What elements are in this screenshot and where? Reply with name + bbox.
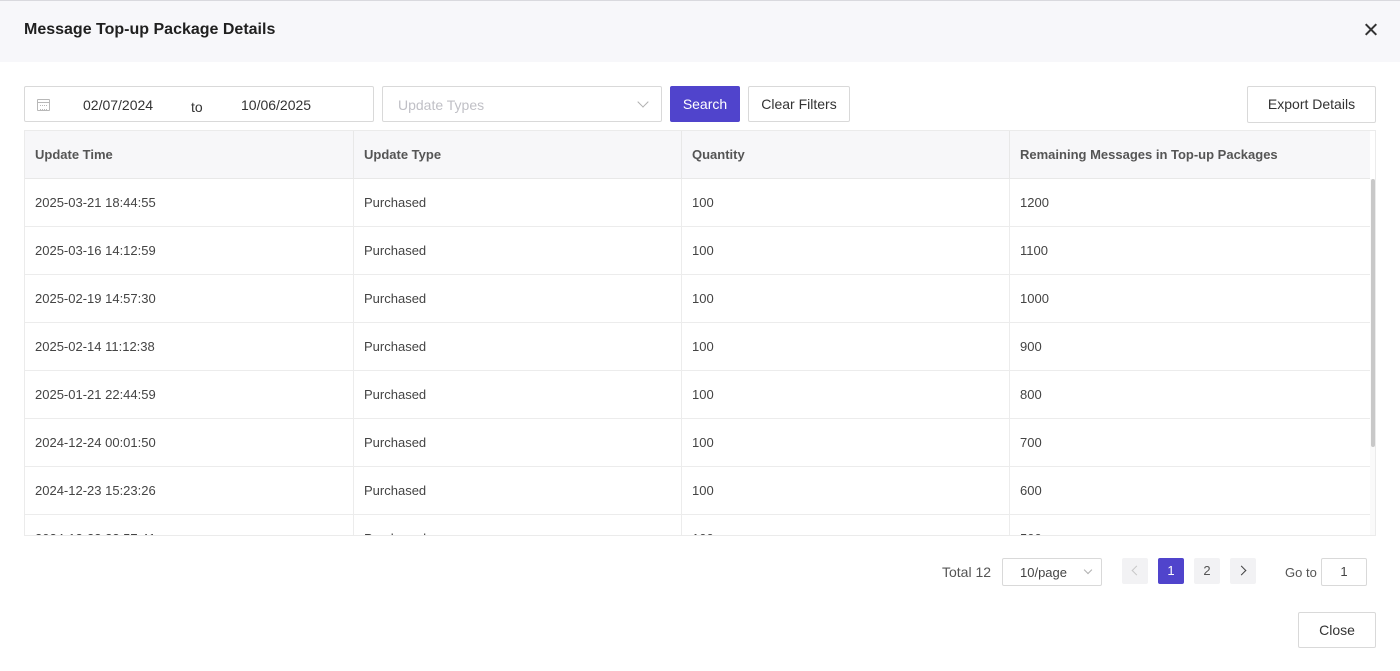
- date-separator: to: [191, 99, 203, 115]
- cell-quantity: 100: [682, 179, 1010, 227]
- cell-update-type: Purchased: [354, 515, 682, 535]
- cell-update-time: 2024-12-23 23:57:41: [25, 515, 354, 535]
- top-up-details-dialog: Message Top-up Package Details 02/07/202…: [0, 0, 1400, 671]
- cell-remaining: 1100: [1020, 243, 1048, 258]
- page-size-select[interactable]: 10/page: [1002, 558, 1102, 586]
- clear-filters-button[interactable]: Clear Filters: [748, 86, 850, 122]
- cell-update-type: Purchased: [354, 419, 682, 467]
- cell-update-type: Purchased: [354, 371, 682, 419]
- cell-quantity: 100: [682, 467, 1010, 515]
- cell-update-time: 2025-02-14 11:12:38: [25, 323, 354, 371]
- cell-update-type: Purchased: [354, 323, 682, 371]
- chevron-down-icon: [1083, 565, 1093, 575]
- cell-remaining: 900: [1020, 339, 1042, 354]
- cell-update-type: Purchased: [354, 227, 682, 275]
- details-table: Update Time Update Type Quantity Remaini…: [24, 130, 1376, 536]
- cell-remaining: 800: [1020, 387, 1042, 402]
- goto-page-input[interactable]: 1: [1321, 558, 1367, 586]
- cell-quantity: 100: [682, 323, 1010, 371]
- page-size-value: 10/page: [1020, 565, 1067, 580]
- export-details-button[interactable]: Export Details: [1247, 86, 1376, 123]
- table-row: 2025-03-16 14:12:59 Purchased 100 1100: [25, 227, 1370, 275]
- search-button[interactable]: Search: [670, 86, 740, 122]
- column-header-remaining: Remaining Messages in Top-up Packages: [1020, 147, 1278, 162]
- update-types-select[interactable]: Update Types: [382, 86, 662, 122]
- cell-remaining: 1000: [1020, 291, 1049, 306]
- table-row: 2024-12-23 23:57:41 Purchased 100 500: [25, 515, 1370, 535]
- table-row: 2025-01-21 22:44:59 Purchased 100 800: [25, 371, 1370, 419]
- table-row: 2024-12-24 00:01:50 Purchased 100 700: [25, 419, 1370, 467]
- cell-update-time: 2025-02-19 14:57:30: [25, 275, 354, 323]
- prev-page-button[interactable]: [1122, 558, 1148, 584]
- chevron-down-icon: [637, 96, 649, 108]
- close-icon[interactable]: [1362, 21, 1380, 39]
- table-row: 2024-12-23 15:23:26 Purchased 100 600: [25, 467, 1370, 515]
- cell-quantity: 100: [682, 371, 1010, 419]
- date-start-input[interactable]: 02/07/2024: [83, 97, 153, 113]
- dialog-header: Message Top-up Package Details: [0, 1, 1400, 62]
- update-types-placeholder: Update Types: [398, 97, 485, 113]
- table-row: 2025-02-14 11:12:38 Purchased 100 900: [25, 323, 1370, 371]
- next-page-button[interactable]: [1230, 558, 1256, 584]
- page-button-2[interactable]: 2: [1194, 558, 1220, 584]
- cell-update-type: Purchased: [354, 275, 682, 323]
- cell-remaining: 600: [1020, 483, 1042, 498]
- cell-quantity: 100: [682, 227, 1010, 275]
- chevron-left-icon: [1131, 565, 1142, 576]
- cell-update-time: 2024-12-24 00:01:50: [25, 419, 354, 467]
- cell-update-time: 2025-01-21 22:44:59: [25, 371, 354, 419]
- cell-update-time: 2025-03-21 18:44:55: [25, 179, 354, 227]
- column-header-update-time: Update Time: [25, 131, 354, 179]
- chevron-right-icon: [1236, 565, 1247, 576]
- date-range-picker[interactable]: 02/07/2024 to 10/06/2025: [24, 86, 374, 122]
- calendar-icon: [37, 99, 50, 111]
- page-button-1[interactable]: 1: [1158, 558, 1184, 584]
- column-header-quantity: Quantity: [682, 131, 1010, 179]
- column-header-update-type: Update Type: [354, 131, 682, 179]
- cell-update-type: Purchased: [354, 179, 682, 227]
- cell-remaining: 1200: [1020, 195, 1049, 210]
- cell-update-time: 2024-12-23 15:23:26: [25, 467, 354, 515]
- table-scrollbar[interactable]: [1370, 179, 1375, 535]
- table-row: 2025-02-19 14:57:30 Purchased 100 1000: [25, 275, 1370, 323]
- table-row: 2025-03-21 18:44:55 Purchased 100 1200: [25, 179, 1370, 227]
- cell-update-type: Purchased: [354, 467, 682, 515]
- dialog-title: Message Top-up Package Details: [24, 21, 276, 38]
- cell-quantity: 100: [682, 419, 1010, 467]
- cell-remaining: 500: [1010, 515, 1370, 535]
- date-end-input[interactable]: 10/06/2025: [241, 97, 311, 113]
- cell-update-time: 2025-03-16 14:12:59: [25, 227, 354, 275]
- goto-label: Go to: [1285, 565, 1317, 580]
- close-button[interactable]: Close: [1298, 612, 1376, 648]
- table-header: Update Time Update Type Quantity Remaini…: [25, 131, 1370, 179]
- scrollbar-thumb[interactable]: [1371, 179, 1375, 447]
- pagination-total: Total 12: [942, 564, 992, 580]
- cell-quantity: 100: [682, 275, 1010, 323]
- cell-remaining: 700: [1020, 435, 1042, 450]
- cell-quantity: 100: [682, 515, 1010, 535]
